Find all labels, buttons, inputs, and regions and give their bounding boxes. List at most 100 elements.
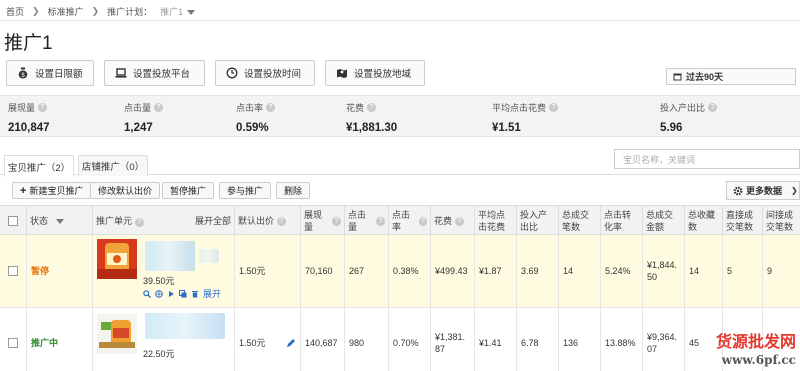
- map-icon: [337, 69, 347, 78]
- stat-avg-cpc: 平均点击花费? ¥1.51: [492, 101, 559, 134]
- header-label: 默认出价: [238, 216, 275, 226]
- blurred-product-title: [145, 313, 225, 339]
- set-daily-budget-label: 设置日限额: [35, 69, 83, 80]
- delete-button[interactable]: 删除: [276, 182, 311, 199]
- header-favorites[interactable]: 总收藏数: [684, 206, 722, 236]
- stat-clicks: 点击量? 1,247: [124, 101, 164, 134]
- help-icon[interactable]: ?: [332, 216, 341, 226]
- header-cost[interactable]: 花费 ?: [430, 206, 474, 236]
- set-schedule-button[interactable]: 设置投放时间: [215, 60, 315, 86]
- join-button[interactable]: 参与推广: [219, 182, 272, 199]
- header-label: 总成交金额: [646, 210, 674, 232]
- breadcrumb-level1[interactable]: 标准推广: [48, 5, 84, 18]
- set-region-label: 设置投放地域: [354, 69, 412, 80]
- sort-triangle-icon: [56, 218, 65, 224]
- expand-all-link[interactable]: 展开全部: [195, 215, 231, 227]
- help-icon[interactable]: ?: [367, 103, 377, 112]
- set-daily-budget-button[interactable]: $ 设置日限额: [6, 60, 94, 86]
- help-icon[interactable]: ?: [154, 103, 164, 112]
- help-icon[interactable]: ?: [266, 103, 276, 112]
- stat-value: ¥1.51: [492, 122, 521, 134]
- header-conv-rate[interactable]: 点击转化率: [600, 206, 642, 236]
- blurred-product-title: [199, 249, 219, 263]
- header-status[interactable]: 状态: [26, 206, 92, 236]
- pause-button[interactable]: 暂停推广: [162, 182, 215, 199]
- header-label: 总收藏数: [688, 210, 716, 232]
- search-input[interactable]: 宝贝名称，关键词: [614, 149, 800, 169]
- row-checkbox[interactable]: [8, 337, 18, 348]
- direct-orders-cell: 5: [722, 235, 762, 307]
- default-bid-value: 1.50元: [239, 337, 266, 348]
- header-total-amount[interactable]: 总成交金额: [642, 206, 684, 236]
- trash-icon[interactable]: [191, 290, 199, 298]
- help-icon[interactable]: ?: [38, 103, 48, 112]
- play-icon[interactable]: [167, 290, 175, 298]
- clock-icon: [226, 67, 238, 79]
- stat-impressions: 展现量? 210,847: [8, 101, 50, 134]
- ctr-cell: 0.38%: [388, 235, 430, 307]
- tab-shop-promotion[interactable]: 店铺推广（0）: [78, 155, 148, 176]
- header-indirect-orders[interactable]: 间接成交笔数: [762, 206, 800, 236]
- header-clicks[interactable]: 点击量 ?: [344, 206, 388, 236]
- chevron-down-icon: ❯: [791, 186, 798, 195]
- select-all-checkbox[interactable]: [8, 216, 18, 226]
- search-icon[interactable]: [143, 290, 151, 298]
- help-icon[interactable]: ?: [454, 216, 464, 226]
- header-label: 点击转化率: [604, 210, 632, 232]
- help-icon[interactable]: ?: [134, 218, 144, 227]
- promotion-table: 状态 推广单元 ? 展开全部 默认出价 ? 展现量 ? 点击量 ? 点击率 ? …: [0, 205, 800, 371]
- row-checkbox[interactable]: [8, 266, 18, 276]
- indirect-orders-cell: 9: [762, 235, 800, 307]
- help-icon[interactable]: ?: [549, 103, 559, 112]
- table-row[interactable]: 推广中 22.50元 1.50元 140,687 980 0.70% ¥1,38…: [0, 308, 800, 371]
- product-thumbnail[interactable]: [97, 239, 137, 279]
- conv-rate-cell: 5.24%: [600, 235, 642, 307]
- breadcrumb-plan-selector[interactable]: 推广1: [160, 5, 196, 18]
- row-checkbox-cell: [0, 235, 26, 307]
- modify-bid-button[interactable]: 修改默认出价: [90, 182, 161, 199]
- header-ctr[interactable]: 点击率 ?: [388, 206, 430, 236]
- stat-label: 展现量: [8, 103, 36, 113]
- header-default-bid: 默认出价 ?: [234, 206, 300, 236]
- header-avg-cpc[interactable]: 平均点击花费: [474, 206, 516, 236]
- header-label: 总成交笔数: [562, 210, 590, 232]
- tab-item-promotion[interactable]: 宝贝推广（2）: [4, 155, 74, 177]
- ctr-cell: 0.70%: [388, 308, 430, 371]
- header-total-orders[interactable]: 总成交笔数: [558, 206, 600, 236]
- header-roi[interactable]: 投入产出比: [516, 206, 558, 236]
- status-badge: 推广中: [26, 308, 92, 371]
- cost-cell: ¥499.43: [430, 235, 474, 307]
- default-bid-cell: 1.50元: [234, 235, 300, 307]
- total-amount-cell: ¥9,364.07: [642, 308, 684, 371]
- copy-icon[interactable]: [179, 290, 187, 298]
- help-icon[interactable]: ?: [276, 216, 286, 226]
- help-icon[interactable]: ?: [418, 216, 427, 226]
- row-checkbox-cell: [0, 308, 26, 371]
- set-region-button[interactable]: 设置投放地域: [325, 60, 425, 86]
- date-range-selector[interactable]: 过去90天: [666, 68, 796, 85]
- header-label: 点击率: [392, 210, 411, 232]
- total-orders-cell: 14: [558, 235, 600, 307]
- header-direct-orders[interactable]: 直接成交笔数: [722, 206, 762, 236]
- pencil-icon[interactable]: [286, 338, 296, 348]
- set-platform-button[interactable]: 设置投放平台: [104, 60, 205, 86]
- globe-icon[interactable]: [155, 290, 163, 298]
- expand-link[interactable]: 展开: [203, 288, 221, 300]
- more-data-button[interactable]: 更多数据 ❯: [726, 181, 800, 200]
- header-impressions[interactable]: 展现量 ?: [300, 206, 344, 236]
- product-thumbnail[interactable]: [97, 314, 137, 354]
- stat-cost: 花费? ¥1,881.30: [346, 101, 397, 134]
- stat-value: 0.59%: [236, 122, 269, 134]
- stat-label: 投入产出比: [660, 103, 706, 113]
- row-action-icons: 展开: [143, 288, 221, 300]
- dropdown-triangle-icon: [187, 10, 196, 16]
- chevron-right-icon: ❯: [32, 6, 40, 16]
- table-row[interactable]: 暂停 39.50元 展开 1.50元 70,160 267 0.38% ¥499…: [0, 235, 800, 308]
- help-icon[interactable]: ?: [376, 216, 385, 226]
- plus-icon: +: [20, 184, 27, 197]
- help-icon[interactable]: ?: [708, 103, 718, 112]
- new-item-promotion-button[interactable]: + 新建宝贝推广: [12, 182, 92, 199]
- breadcrumb-home[interactable]: 首页: [6, 5, 24, 18]
- stat-label: 点击量: [124, 103, 152, 113]
- stat-value: 1,247: [124, 122, 153, 134]
